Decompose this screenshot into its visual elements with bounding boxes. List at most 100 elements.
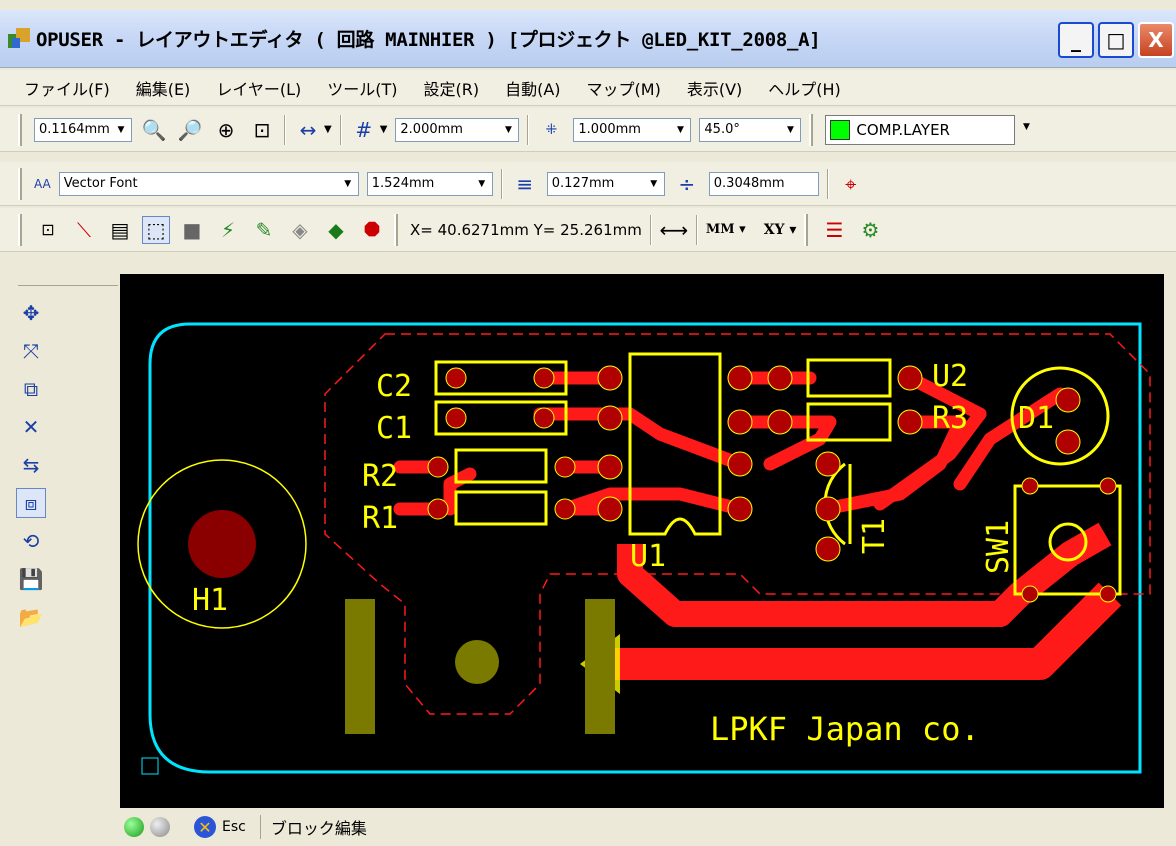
dimension-icon[interactable]: ⟷ — [660, 216, 689, 244]
fill-area-icon[interactable]: ■ — [178, 216, 206, 244]
rotate-icon[interactable]: ⟲ — [16, 526, 46, 556]
mounting-pad — [455, 640, 499, 684]
clearance-icon[interactable]: ÷ — [673, 170, 701, 198]
component-icon[interactable]: ⊡ — [34, 216, 62, 244]
coord-mode-value: XY — [763, 221, 785, 238]
erase-icon[interactable]: ◈ — [286, 216, 314, 244]
toolbar-grip[interactable] — [809, 113, 814, 146]
select-box-icon[interactable]: ⬚ — [142, 215, 170, 244]
move-icon[interactable]: ⤧ — [16, 336, 46, 366]
toolbar-grip[interactable] — [18, 213, 22, 246]
label-r1: R1 — [362, 501, 398, 536]
origin-marker — [141, 757, 159, 775]
app-icon — [8, 27, 30, 48]
chevron-down-icon[interactable]: ▼ — [646, 175, 662, 193]
esc-cancel-icon[interactable]: ✕ — [194, 816, 216, 838]
line-width-icon[interactable]: ≡ — [511, 170, 539, 198]
layer-pencil-icon[interactable]: ◆ — [322, 216, 350, 244]
zoom-in-icon[interactable]: 🔍 — [140, 116, 168, 144]
menu-auto[interactable]: 自動(A) — [505, 76, 560, 100]
zoom-fit-icon[interactable]: ⊡ — [248, 116, 276, 144]
zoom-window-icon[interactable]: ⊕ — [212, 116, 240, 144]
status-mode-text: ブロック編集 — [259, 815, 367, 839]
cursor-coordinates: X= 40.6271mm Y= 25.261mm — [410, 220, 642, 239]
text-height-combo[interactable]: 1.524mm ▼ — [366, 171, 493, 196]
angle-combo[interactable]: 45.0° ▼ — [699, 117, 802, 142]
block-edit-icon[interactable]: ⧈ — [16, 488, 46, 518]
label-sw1: SW1 — [981, 520, 1016, 574]
pcb-canvas[interactable]: C2 C1 R2 R1 U1 U2 R3 D1 T1 SW1 H1 LPKF J… — [120, 274, 1164, 808]
grid-icon[interactable]: # — [350, 116, 378, 144]
label-c1: C1 — [376, 411, 412, 446]
menu-help[interactable]: ヘルプ(H) — [768, 76, 841, 100]
font-combo[interactable]: Vector Font ▼ — [58, 171, 359, 196]
menu-tools[interactable]: ツール(T) — [327, 76, 397, 100]
chevron-down-icon[interactable]: ▼ — [380, 124, 388, 135]
snap-grid-icon[interactable]: ⁜ — [537, 116, 565, 144]
menu-layer[interactable]: レイヤー(L) — [216, 76, 301, 100]
layers-icon[interactable]: ☰ — [820, 216, 848, 244]
clearance-field[interactable]: 0.3048mm — [708, 171, 819, 196]
close-button[interactable]: X — [1138, 22, 1174, 58]
delete-icon[interactable]: ✕ — [16, 412, 46, 442]
chevron-down-icon[interactable]: ▼ — [324, 124, 332, 135]
text-block-icon[interactable]: ▤ — [106, 216, 134, 244]
route-icon[interactable]: ⟍ — [70, 216, 98, 244]
snap-combo[interactable]: 1.000mm ▼ — [573, 117, 692, 142]
title-bar: OPUSER - レイアウトエディタ ( 回路 MAINHIER ) [プロジェ… — [0, 10, 1176, 68]
minimize-button[interactable]: _ — [1058, 22, 1094, 58]
open-folder-icon[interactable]: 📂 — [16, 602, 46, 632]
menu-bar: ファイル(F) 編集(E) レイヤー(L) ツール(T) 設定(R) 自動(A)… — [0, 70, 1176, 106]
probe-cursor-icon[interactable]: ⌖ — [837, 170, 865, 198]
label-d1: D1 — [1018, 401, 1054, 436]
pencil-icon[interactable]: ✎ — [250, 216, 278, 244]
units-dropdown[interactable]: MM ▾ — [706, 222, 746, 237]
copper-traces — [393, 371, 1067, 516]
esc-label[interactable]: Esc — [222, 819, 246, 835]
menu-settings[interactable]: 設定(R) — [424, 76, 480, 100]
chevron-down-icon[interactable]: ▼ — [113, 121, 129, 139]
layer-name: COMP.LAYER — [856, 120, 950, 139]
font-size-icon[interactable]: AA — [34, 177, 51, 191]
chevron-down-icon[interactable]: ▼ — [672, 121, 688, 139]
grid-combo[interactable]: 2.000mm ▼ — [395, 117, 520, 142]
label-u1: U1 — [630, 539, 666, 574]
toolbar-grip[interactable] — [18, 167, 22, 200]
drc-icon[interactable]: ⚙ — [856, 216, 884, 244]
menu-file[interactable]: ファイル(F) — [24, 76, 110, 100]
chevron-down-icon[interactable]: ▼ — [1018, 118, 1034, 136]
chevron-down-icon[interactable]: ▼ — [474, 175, 490, 193]
vertical-scrollbar[interactable] — [1164, 254, 1176, 814]
mounting-hole — [188, 510, 256, 578]
separator — [284, 114, 286, 145]
panel-tabs[interactable] — [18, 266, 118, 286]
pour-icon[interactable]: ⚡ — [214, 216, 242, 244]
zoom-out-icon[interactable]: 🔎 — [176, 116, 204, 144]
status-led-green-icon — [124, 817, 144, 837]
mirror-icon[interactable]: ⇆ — [16, 450, 46, 480]
chevron-down-icon[interactable]: ▼ — [340, 175, 356, 193]
move-select-icon[interactable]: ✥ — [16, 298, 46, 328]
menu-view[interactable]: 表示(V) — [687, 76, 742, 100]
menu-map[interactable]: マップ(M) — [587, 76, 661, 100]
layer-combo[interactable]: COMP.LAYER ▼ — [825, 114, 1030, 145]
menu-edit[interactable]: 編集(E) — [136, 76, 191, 100]
copy-icon[interactable]: ⧉ — [16, 374, 46, 404]
maximize-button[interactable]: □ — [1098, 22, 1134, 58]
chevron-down-icon[interactable]: ▼ — [782, 121, 798, 139]
toolbar-grip[interactable] — [394, 213, 398, 246]
font-name: Vector Font — [63, 176, 138, 191]
measure-icon[interactable]: ↔ — [294, 116, 322, 144]
coord-mode-dropdown[interactable]: XY ▾ — [764, 222, 797, 238]
line-width-combo[interactable]: 0.127mm ▼ — [546, 171, 665, 196]
toolbar-grip[interactable] — [18, 113, 22, 146]
separator — [500, 168, 503, 199]
chevron-down-icon[interactable]: ▼ — [500, 121, 516, 139]
save-icon[interactable]: 💾 — [16, 564, 46, 594]
zoom-combo[interactable]: 0.1164mm ▼ — [34, 117, 132, 142]
line-width-value: 0.127mm — [551, 176, 615, 191]
separator — [826, 168, 829, 199]
angle-value: 45.0° — [704, 122, 740, 137]
toolbar-grip[interactable] — [804, 213, 809, 246]
pin-icon[interactable]: ⯃ — [358, 216, 386, 244]
